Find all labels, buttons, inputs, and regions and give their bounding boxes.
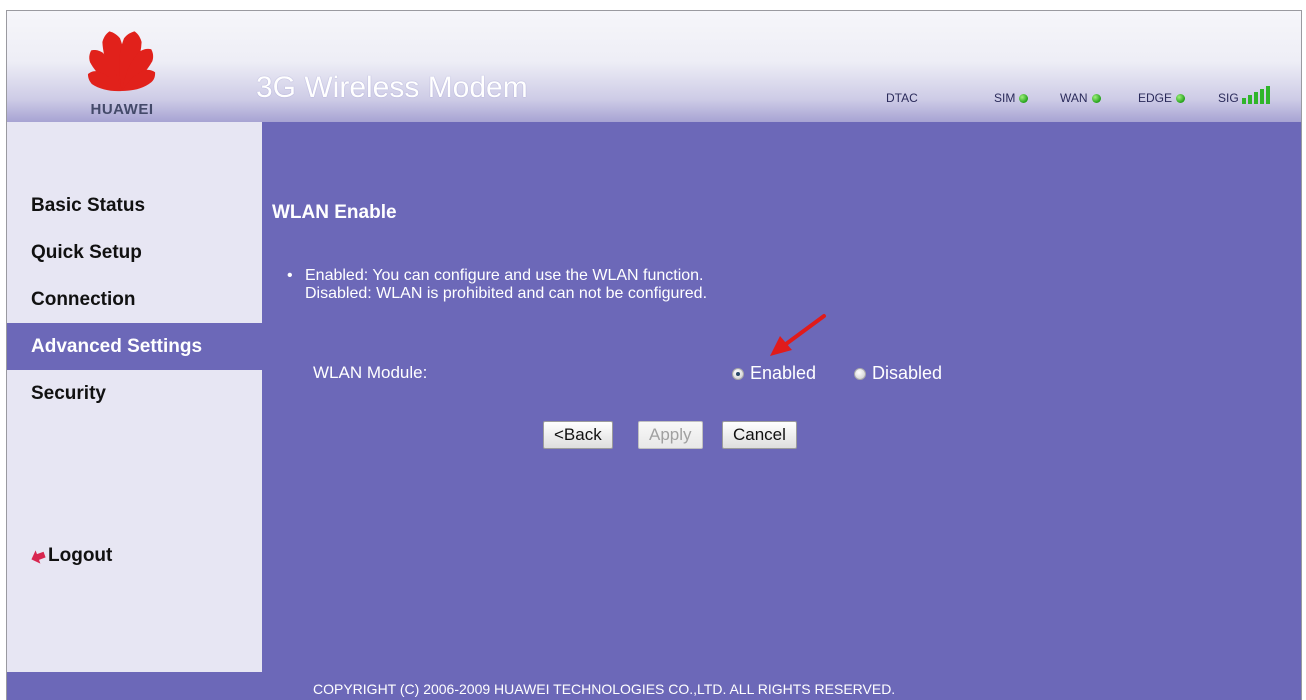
apply-button[interactable]: Apply xyxy=(638,421,703,449)
wlan-disabled-radio[interactable]: Disabled xyxy=(854,363,942,384)
sidebar-item-label: Quick Setup xyxy=(31,241,142,263)
signal-bars-icon xyxy=(1241,86,1272,104)
network-status: EDGE xyxy=(1138,91,1186,105)
sidebar-item-advanced-settings[interactable]: Advanced Settings xyxy=(7,323,262,370)
signal-bar xyxy=(1241,98,1246,104)
wlan-module-label: WLAN Module: xyxy=(313,363,428,382)
radio-unchecked-icon[interactable] xyxy=(854,367,866,380)
page-title: WLAN Enable xyxy=(272,202,397,223)
logout-arrow-icon xyxy=(31,550,46,564)
signal-status: SIG xyxy=(1218,86,1272,105)
sidebar-item-label: Advanced Settings xyxy=(31,335,203,357)
signal-bar xyxy=(1247,95,1252,104)
status-bar: DTAC SIM WAN EDGE SIG xyxy=(7,86,1301,111)
wan-status: WAN xyxy=(1060,91,1101,105)
signal-label: SIG xyxy=(1218,91,1239,105)
sidebar-item-label: Security xyxy=(31,382,106,404)
copyright-text: COPYRIGHT (C) 2006-2009 HUAWEI TECHNOLOG… xyxy=(313,681,896,697)
logout-label: Logout xyxy=(48,545,113,566)
radio-label-disabled: Disabled xyxy=(872,363,943,383)
sim-status: SIM xyxy=(994,91,1029,105)
logout-link[interactable]: Logout xyxy=(29,545,112,567)
sidebar: Basic Status Quick Setup Connection Adva… xyxy=(7,122,262,672)
sim-label: SIM xyxy=(994,91,1016,105)
radio-checked-icon[interactable] xyxy=(732,367,744,380)
sidebar-item-connection[interactable]: Connection xyxy=(7,276,262,323)
description: Enabled: You can configure and use the W… xyxy=(287,267,707,303)
signal-bar xyxy=(1259,89,1264,104)
footer: COPYRIGHT (C) 2006-2009 HUAWEI TECHNOLOG… xyxy=(7,672,1301,700)
network-led-icon xyxy=(1176,93,1186,103)
cancel-button[interactable]: Cancel xyxy=(722,421,797,449)
description-line: Disabled: WLAN is prohibited and can not… xyxy=(305,285,708,302)
sidebar-item-basic-status[interactable]: Basic Status xyxy=(7,182,262,229)
wlan-enabled-radio[interactable]: Enabled xyxy=(732,363,816,384)
huawei-flower-icon xyxy=(87,31,156,92)
description-line: Enabled: You can configure and use the W… xyxy=(287,267,707,285)
network-label: EDGE xyxy=(1138,91,1173,105)
operator-label: DTAC xyxy=(886,91,918,105)
signal-bar xyxy=(1265,86,1270,104)
signal-bar xyxy=(1253,92,1258,104)
back-button[interactable]: <Back xyxy=(543,421,613,449)
radio-label-enabled: Enabled xyxy=(750,363,817,383)
sidebar-item-label: Basic Status xyxy=(31,194,146,216)
sidebar-item-security[interactable]: Security xyxy=(7,370,262,417)
header: HUAWEI 3G Wireless Modem DTAC SIM WAN ED… xyxy=(7,11,1301,122)
main-panel: WLAN Enable Enabled: You can configure a… xyxy=(262,122,1301,672)
modem-web-ui: HUAWEI 3G Wireless Modem DTAC SIM WAN ED… xyxy=(6,10,1302,700)
operator-name: DTAC xyxy=(886,91,918,105)
sim-led-icon xyxy=(1019,93,1029,103)
sidebar-item-label: Connection xyxy=(31,288,136,310)
sidebar-item-quick-setup[interactable]: Quick Setup xyxy=(7,229,262,276)
red-arrow-annotation-icon xyxy=(770,314,826,356)
wan-led-icon xyxy=(1091,93,1101,103)
wan-label: WAN xyxy=(1060,91,1088,105)
